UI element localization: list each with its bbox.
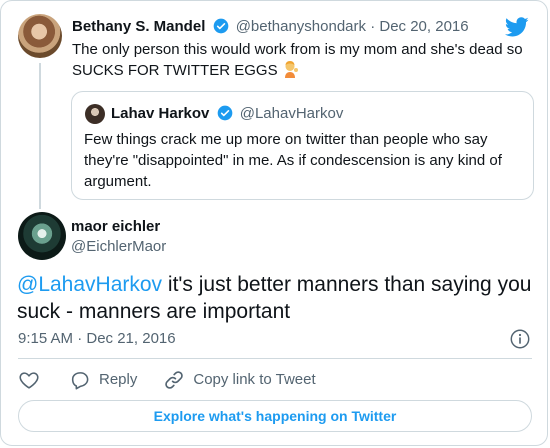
explore-label: Explore what's happening on Twitter bbox=[153, 408, 397, 424]
reply-bubble-icon bbox=[71, 372, 89, 390]
parent-author-handle[interactable]: @bethanyshondark bbox=[236, 18, 366, 35]
actions-top-divider bbox=[18, 358, 532, 359]
main-author-handle[interactable]: @EichlerMaor bbox=[71, 237, 166, 257]
quoted-author-avatar bbox=[85, 104, 105, 124]
main-author-avatar[interactable] bbox=[18, 212, 66, 260]
info-icon[interactable] bbox=[509, 328, 531, 350]
main-tweet-timestamp[interactable]: 9:15 AM · Dec 21, 2016 bbox=[18, 329, 176, 349]
explore-twitter-button[interactable]: Explore what's happening on Twitter bbox=[18, 400, 532, 432]
copy-link-label: Copy link to Tweet bbox=[193, 371, 316, 388]
verified-badge-icon bbox=[217, 105, 232, 121]
verified-badge-icon bbox=[213, 18, 228, 34]
quoted-author-name: Lahav Harkov bbox=[111, 105, 210, 122]
parent-tweet-text-block: The only person this would work from is … bbox=[72, 39, 534, 81]
mention-link[interactable]: @LahavHarkov bbox=[17, 273, 162, 296]
header-separator: · bbox=[370, 18, 376, 35]
reply-button[interactable]: Reply bbox=[69, 368, 137, 392]
parent-tweet-header: Bethany S. Mandel @bethanyshondark · Dec… bbox=[72, 18, 469, 36]
copy-link-button[interactable]: Copy link to Tweet bbox=[163, 368, 316, 392]
parent-author-name[interactable]: Bethany S. Mandel bbox=[72, 18, 205, 35]
main-tweet-text-block: @LahavHarkov it's just better manners th… bbox=[17, 271, 537, 325]
like-button[interactable] bbox=[18, 369, 40, 391]
reply-label: Reply bbox=[99, 371, 138, 388]
main-author-name[interactable]: maor eichler bbox=[71, 217, 160, 237]
person-tipping-hand-emoji bbox=[284, 61, 298, 78]
link-icon bbox=[165, 371, 184, 389]
twitter-bird-icon[interactable] bbox=[505, 15, 529, 39]
quoted-tweet-header: Lahav Harkov @LahavHarkov bbox=[111, 104, 343, 124]
parent-tweet-date[interactable]: Dec 20, 2016 bbox=[379, 18, 468, 35]
heart-icon bbox=[19, 372, 39, 389]
quoted-tweet-text: Few things crack me up more on twitter t… bbox=[84, 131, 502, 190]
quoted-author-handle: @LahavHarkov bbox=[239, 105, 344, 122]
parent-author-avatar[interactable] bbox=[18, 14, 62, 58]
tweet-embed-card: Bethany S. Mandel @bethanyshondark · Dec… bbox=[0, 0, 548, 446]
thread-connector-line bbox=[39, 63, 41, 209]
tweet-actions-bar: Reply Copy link to Tweet bbox=[18, 368, 316, 392]
